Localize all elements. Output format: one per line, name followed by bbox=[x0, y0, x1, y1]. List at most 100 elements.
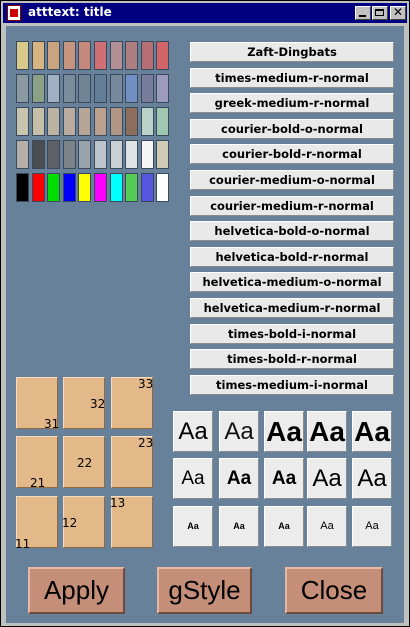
color-swatch[interactable] bbox=[62, 140, 76, 169]
text-style-sample[interactable]: Aa bbox=[219, 411, 259, 452]
font-option[interactable]: helvetica-bold-o-normal bbox=[190, 221, 394, 242]
font-option[interactable]: times-medium-r-normal bbox=[190, 67, 394, 88]
color-swatch[interactable] bbox=[94, 173, 107, 202]
color-swatch[interactable] bbox=[47, 41, 61, 70]
style-sample-text: Aa bbox=[178, 417, 208, 445]
color-swatch[interactable] bbox=[140, 41, 154, 70]
color-swatch[interactable] bbox=[62, 107, 76, 136]
font-option[interactable]: courier-medium-o-normal bbox=[190, 170, 394, 190]
justify-cell-label: 23 bbox=[138, 436, 154, 450]
color-swatch[interactable] bbox=[47, 74, 61, 103]
color-swatch[interactable] bbox=[31, 74, 45, 103]
title-bar[interactable]: atttext: title ✕ bbox=[3, 3, 407, 23]
style-sample-text: Aa bbox=[354, 415, 390, 447]
apply-button[interactable]: Apply bbox=[28, 567, 125, 614]
color-swatch[interactable] bbox=[156, 107, 170, 136]
color-swatch[interactable] bbox=[109, 41, 123, 70]
color-swatch[interactable] bbox=[125, 74, 139, 103]
color-swatch[interactable] bbox=[78, 41, 92, 70]
close-button[interactable]: Close bbox=[285, 567, 383, 614]
color-swatch[interactable] bbox=[125, 173, 139, 202]
text-style-sample[interactable]: Aa bbox=[307, 458, 347, 499]
color-swatch[interactable] bbox=[31, 41, 45, 70]
color-swatch[interactable] bbox=[94, 140, 107, 169]
color-swatch[interactable] bbox=[109, 107, 123, 136]
text-style-sample[interactable]: Aa bbox=[173, 411, 213, 452]
font-option[interactable]: helvetica-medium-o-normal bbox=[190, 272, 394, 293]
color-swatch[interactable] bbox=[78, 173, 92, 202]
app-icon[interactable] bbox=[7, 5, 21, 21]
text-style-sample[interactable]: Aa bbox=[219, 506, 259, 547]
minimize-button[interactable] bbox=[355, 6, 371, 20]
text-style-sample[interactable]: Aa bbox=[264, 411, 304, 452]
style-sample-text: Aa bbox=[181, 468, 205, 489]
color-swatch[interactable] bbox=[109, 74, 123, 103]
font-option[interactable]: times-medium-i-normal bbox=[190, 374, 394, 395]
color-swatch[interactable] bbox=[94, 41, 107, 70]
text-style-sample[interactable]: Aa bbox=[264, 458, 304, 499]
color-swatch[interactable] bbox=[16, 41, 29, 70]
color-swatch[interactable] bbox=[156, 41, 170, 70]
color-swatch[interactable] bbox=[109, 140, 123, 169]
color-swatch[interactable] bbox=[140, 107, 154, 136]
color-swatch[interactable] bbox=[140, 74, 154, 103]
color-swatch[interactable] bbox=[140, 140, 154, 169]
color-swatch[interactable] bbox=[140, 173, 154, 202]
color-swatch[interactable] bbox=[31, 173, 45, 202]
text-style-sample[interactable]: Aa bbox=[173, 506, 213, 547]
color-swatch[interactable] bbox=[94, 74, 107, 103]
font-option[interactable]: times-bold-r-normal bbox=[190, 349, 394, 370]
style-sample-text: Aa bbox=[365, 520, 379, 532]
app-window: atttext: title ✕ Zaft-Dingbats times-medi… bbox=[0, 0, 410, 627]
text-style-sample[interactable]: Aa bbox=[352, 458, 392, 499]
justify-cell-label: 12 bbox=[62, 516, 78, 530]
text-style-sample[interactable]: Aa bbox=[307, 411, 347, 452]
text-style-sample[interactable]: Aa bbox=[173, 458, 213, 499]
maximize-button[interactable] bbox=[372, 6, 388, 20]
color-swatch[interactable] bbox=[78, 74, 92, 103]
style-sample-text: Aa bbox=[309, 415, 345, 447]
color-swatch[interactable] bbox=[109, 173, 123, 202]
color-swatch[interactable] bbox=[62, 74, 76, 103]
text-style-sample[interactable]: Aa bbox=[352, 411, 392, 452]
color-swatch[interactable] bbox=[16, 140, 29, 169]
style-sample-text: Aa bbox=[320, 520, 334, 532]
color-swatch[interactable] bbox=[94, 107, 107, 136]
maximize-icon bbox=[375, 9, 384, 16]
text-style-sample[interactable]: Aa bbox=[219, 458, 259, 499]
color-swatch[interactable] bbox=[78, 140, 92, 169]
color-swatch[interactable] bbox=[62, 41, 76, 70]
color-swatch[interactable] bbox=[156, 74, 170, 103]
justify-cell-label: 13 bbox=[110, 496, 126, 510]
color-swatch[interactable] bbox=[16, 173, 29, 202]
color-swatch[interactable] bbox=[47, 107, 61, 136]
text-style-sample[interactable]: Aa bbox=[264, 506, 304, 547]
font-option[interactable]: courier-bold-o-normal bbox=[190, 118, 394, 139]
color-swatch[interactable] bbox=[31, 107, 45, 136]
close-icon: ✕ bbox=[393, 5, 404, 19]
font-option[interactable]: courier-medium-r-normal bbox=[190, 195, 394, 216]
font-option[interactable]: helvetica-bold-r-normal bbox=[190, 246, 394, 267]
color-swatch[interactable] bbox=[31, 140, 45, 169]
font-option[interactable]: courier-bold-r-normal bbox=[190, 144, 394, 165]
text-style-sample[interactable]: Aa bbox=[307, 506, 347, 547]
window-title: atttext: title bbox=[28, 5, 112, 19]
font-option[interactable]: helvetica-medium-r-normal bbox=[190, 298, 394, 318]
text-style-sample[interactable]: Aa bbox=[352, 506, 392, 547]
font-option[interactable]: Zaft-Dingbats bbox=[190, 42, 394, 62]
color-swatch[interactable] bbox=[16, 74, 29, 103]
color-swatch[interactable] bbox=[47, 140, 61, 169]
color-swatch[interactable] bbox=[156, 140, 170, 169]
color-swatch[interactable] bbox=[125, 140, 139, 169]
color-swatch[interactable] bbox=[78, 107, 92, 136]
color-swatch[interactable] bbox=[47, 173, 61, 202]
font-option[interactable]: times-bold-i-normal bbox=[190, 323, 394, 344]
color-swatch[interactable] bbox=[125, 107, 139, 136]
font-option[interactable]: greek-medium-r-normal bbox=[190, 93, 394, 114]
color-swatch[interactable] bbox=[62, 173, 76, 202]
color-swatch[interactable] bbox=[156, 173, 170, 202]
close-window-button[interactable]: ✕ bbox=[390, 5, 406, 20]
color-swatch[interactable] bbox=[16, 107, 29, 136]
gstyle-button[interactable]: gStyle bbox=[157, 567, 252, 614]
color-swatch[interactable] bbox=[125, 41, 139, 70]
